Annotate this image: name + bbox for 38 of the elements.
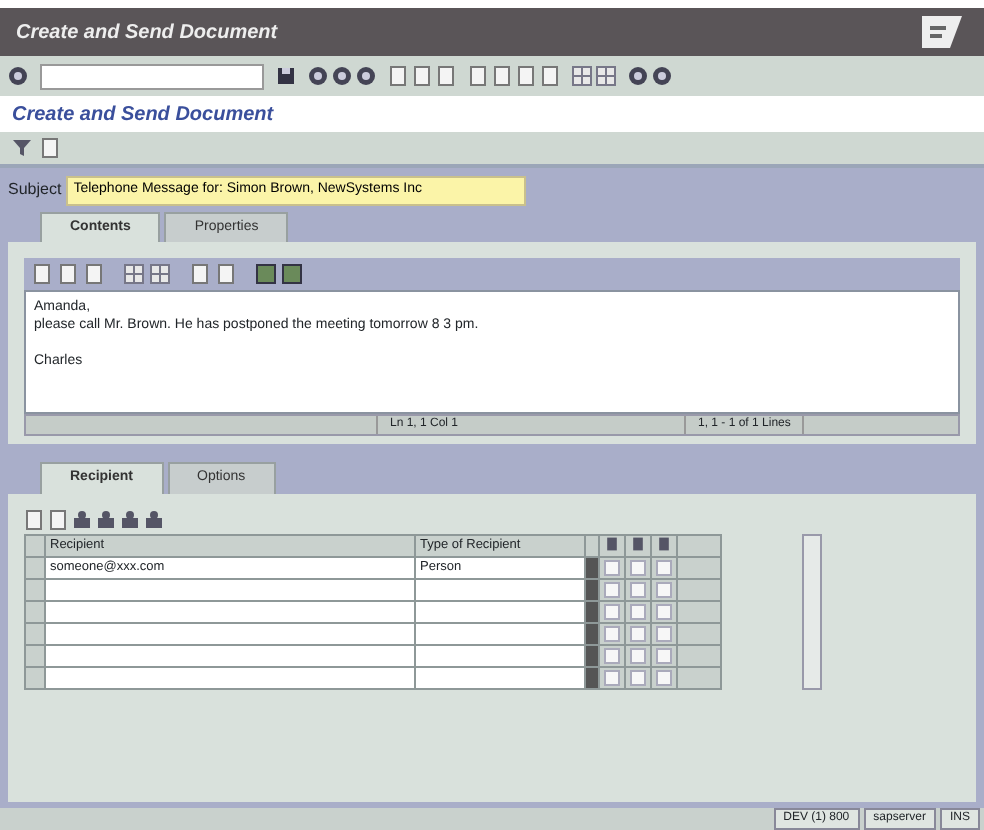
grid-icon[interactable] [124, 264, 144, 284]
people-icon[interactable] [120, 509, 140, 529]
checkbox[interactable] [630, 559, 646, 575]
checkbox[interactable] [656, 603, 672, 619]
circle-icon[interactable] [628, 66, 648, 86]
save-icon[interactable] [276, 66, 296, 86]
grid-icon[interactable] [572, 66, 592, 86]
checkbox[interactable] [656, 559, 672, 575]
people-icon[interactable] [72, 509, 92, 529]
checkbox[interactable] [604, 603, 620, 619]
scrollbar[interactable] [802, 533, 822, 689]
checkbox[interactable] [630, 669, 646, 685]
grid-icon[interactable] [150, 264, 170, 284]
page-icon[interactable] [40, 138, 60, 158]
checkbox[interactable] [630, 625, 646, 641]
checkbox[interactable] [656, 625, 672, 641]
filter-icon[interactable] [12, 138, 32, 158]
checkbox[interactable] [604, 647, 620, 663]
circle-icon[interactable] [652, 66, 672, 86]
checkbox[interactable] [630, 603, 646, 619]
checkbox[interactable] [630, 647, 646, 663]
checkbox[interactable] [604, 559, 620, 575]
checkbox[interactable] [630, 581, 646, 597]
circle-icon[interactable] [332, 66, 352, 86]
window-title: Create and Send Document [16, 19, 278, 47]
people-icon[interactable] [96, 509, 116, 529]
grid-icon[interactable] [596, 66, 616, 86]
checkbox[interactable] [656, 669, 672, 685]
checkbox[interactable] [604, 581, 620, 597]
checkbox[interactable] [656, 647, 672, 663]
circle-icon[interactable] [308, 66, 328, 86]
subject-label: Subject [8, 178, 62, 203]
checkbox[interactable] [604, 669, 620, 685]
checkbox[interactable] [604, 625, 620, 641]
screen-title: Create and Send Document [12, 101, 274, 129]
circle-icon[interactable] [356, 66, 376, 86]
command-field[interactable] [40, 63, 264, 89]
checkbox[interactable] [656, 581, 672, 597]
